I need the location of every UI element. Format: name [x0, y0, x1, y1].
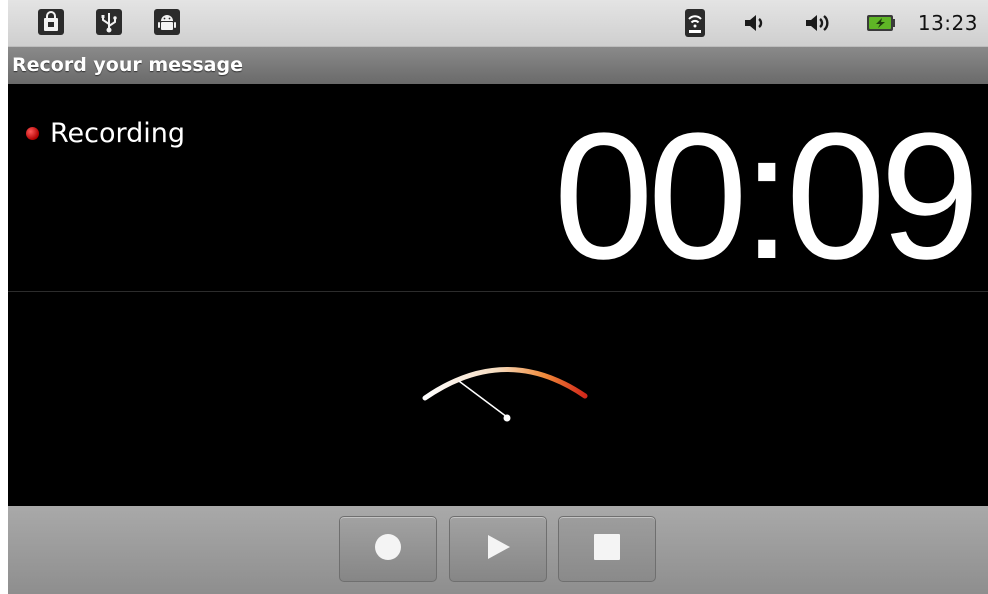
volume-loud-icon	[803, 12, 835, 38]
recording-status-label: Recording	[50, 118, 186, 149]
page-title: Record your message	[12, 54, 243, 76]
app-screen: 13:23 Record your message Recording 00:0…	[8, 0, 988, 594]
stop-button[interactable]	[558, 516, 656, 582]
shopping-bag-icon	[38, 9, 64, 35]
vu-meter-needle	[458, 380, 508, 418]
recording-indicator-icon	[26, 127, 39, 140]
title-bar: Record your message	[8, 46, 988, 84]
android-icon	[154, 9, 180, 35]
vu-meter	[403, 350, 603, 444]
control-bar	[8, 506, 988, 594]
elapsed-timer: 00:09	[553, 96, 980, 297]
vu-meter-scale	[422, 367, 588, 401]
play-button[interactable]	[449, 516, 547, 582]
wifi-icon	[684, 8, 706, 42]
record-button[interactable]	[339, 516, 437, 582]
section-divider	[8, 291, 988, 292]
status-bar: 13:23	[8, 0, 988, 46]
play-icon	[483, 532, 513, 566]
vu-meter-pivot	[503, 414, 511, 422]
volume-icon	[742, 12, 770, 38]
battery-charging-icon	[866, 13, 896, 37]
clock-time: 13:23	[917, 11, 978, 35]
stop-icon	[592, 532, 622, 566]
record-icon	[373, 532, 403, 566]
usb-icon	[96, 9, 122, 35]
